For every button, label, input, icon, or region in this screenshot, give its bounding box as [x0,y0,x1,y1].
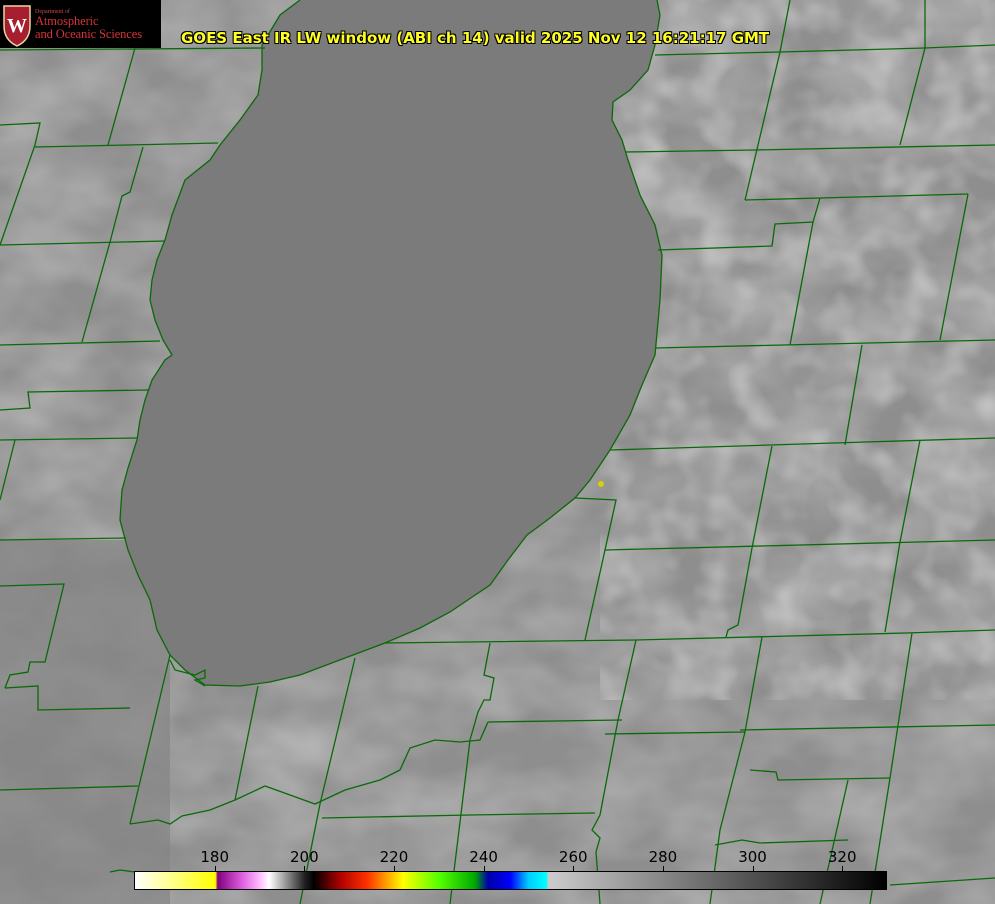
uw-aos-logo: W Department of Atmospheric and Oceanic … [0,0,161,48]
colorbar-tick-label: 320 [827,848,857,866]
logo-line-oceanic: and Oceanic Sciences [35,27,142,41]
satellite-map: W Department of Atmospheric and Oceanic … [0,0,995,904]
colorbar-tick-label: 300 [738,848,767,866]
colorbar-tick [573,866,575,871]
image-title: GOES East IR LW window (ABI ch 14) valid… [181,29,770,47]
colorbar-tick [752,866,754,871]
colorbar-tick [393,866,395,871]
colorbar-tick [483,866,485,871]
colorbar-tick [842,866,844,871]
colorbar-gradient [134,871,887,890]
colorbar-tick-label: 280 [648,848,678,866]
station-marker [598,481,604,487]
uw-shield-icon: W [3,5,31,47]
colorbar-tick-label: 240 [469,848,498,866]
map-canvas [0,0,995,904]
colorbar-tick [662,866,664,871]
cloud-dark-southwest [0,540,170,904]
shield-letter: W [7,15,27,37]
cloud-bright-patches [600,0,995,700]
colorbar-tick-label: 200 [289,848,319,866]
colorbar-tick-label: 180 [200,848,229,866]
colorbar-tick-label: 220 [379,848,409,866]
colorbar-tick [304,866,306,871]
colorbar-tick-label: 260 [558,848,588,866]
colorbar-tick [214,866,216,871]
